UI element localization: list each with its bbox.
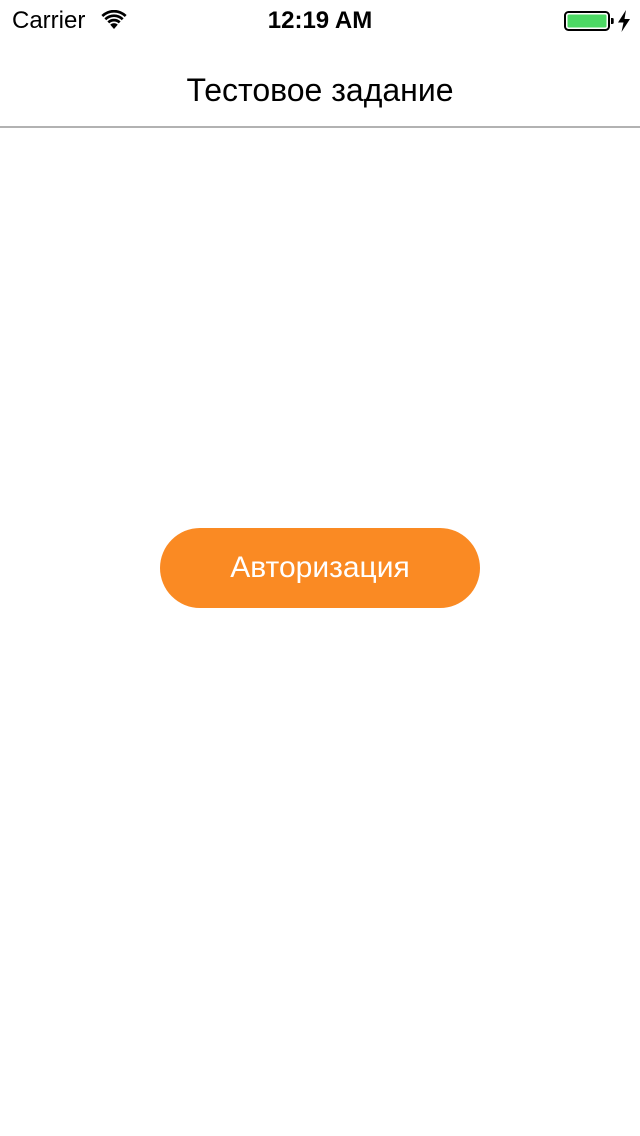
authorization-button[interactable]: Авторизация — [160, 528, 480, 608]
page-title: Тестовое задание — [186, 72, 454, 108]
battery-full-icon — [564, 11, 614, 31]
app-screen: Carrier 12:19 AM Тестовое задание Автори… — [0, 0, 640, 1136]
status-time: 12:19 AM — [267, 7, 373, 34]
status-bar: Carrier 12:19 AM — [0, 0, 640, 40]
navigation-bar: Тестовое задание — [0, 40, 640, 128]
charging-bolt-icon — [618, 10, 630, 32]
